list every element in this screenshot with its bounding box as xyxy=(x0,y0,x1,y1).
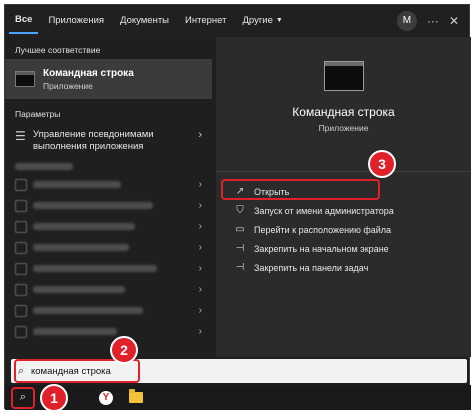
tab-bar-controls: M ··· ✕ xyxy=(396,11,469,31)
tab-bar: Все Приложения Документы Интернет Другие… xyxy=(5,5,469,37)
tab-documents[interactable]: Документы xyxy=(114,9,175,33)
settings-item-label: Управление псевдонимами выполнения прило… xyxy=(33,129,154,152)
blurred-result[interactable]: › xyxy=(5,237,212,258)
settings-label: Параметры xyxy=(15,109,61,119)
settings-item-aliases[interactable]: ☰ Управление псевдонимами выполнения при… xyxy=(5,123,212,159)
pin-icon: ⊣ xyxy=(235,243,245,254)
action-pin-start[interactable]: ⊣ Закрепить на начальном экране xyxy=(216,239,471,258)
tab-all[interactable]: Все xyxy=(9,8,39,34)
more-options-icon[interactable]: ··· xyxy=(427,14,439,28)
cmd-large-icon xyxy=(323,61,364,91)
best-match-item[interactable]: Командная строка Приложение xyxy=(5,59,212,99)
blurred-result[interactable]: › xyxy=(5,300,212,321)
admin-action-highlight xyxy=(221,179,380,200)
search-icon: ⌕ xyxy=(19,391,27,403)
action-pin-taskbar[interactable]: ⊣ Закрепить на панели задач xyxy=(216,258,471,277)
avatar[interactable]: M xyxy=(396,11,417,31)
admin-shield-icon: ⛉ xyxy=(236,205,244,216)
start-search-window: Все Приложения Документы Интернет Другие… xyxy=(4,4,471,410)
action-open-file-location[interactable]: ▭ Перейти к расположению файла xyxy=(216,220,471,239)
blurred-section-label xyxy=(5,159,212,174)
results-pane: Лучшее соответствие Командная строка При… xyxy=(5,37,212,357)
best-match-title: Командная строка xyxy=(43,67,134,79)
blurred-result[interactable]: › xyxy=(5,195,212,216)
step-marker-3: 3 xyxy=(368,150,396,178)
app-preview: Командная строка Приложение xyxy=(216,61,471,172)
blurred-result[interactable]: › xyxy=(5,321,212,342)
tab-other-label: Другие xyxy=(242,15,273,26)
tab-other[interactable]: Другие ▼ xyxy=(236,9,288,33)
chevron-down-icon: ▼ xyxy=(275,17,283,24)
pin-icon: ⊣ xyxy=(235,262,245,273)
action-label: Перейти к расположению файла xyxy=(254,224,392,235)
preview-title: Командная строка xyxy=(292,105,395,119)
tab-internet[interactable]: Интернет xyxy=(179,9,232,33)
preview-subtitle: Приложение xyxy=(318,123,369,133)
blurred-result[interactable]: › xyxy=(5,216,212,237)
action-label: Закрепить на начальном экране xyxy=(254,243,389,254)
taskbar: ⌕ Y xyxy=(5,385,471,410)
action-run-as-admin[interactable]: ⛉ Запуск от имени администратора xyxy=(216,201,471,220)
folder-icon: ▭ xyxy=(235,224,245,235)
blurred-result[interactable]: › xyxy=(5,258,212,279)
step-marker-1: 1 xyxy=(40,384,68,412)
action-label: Закрепить на панели задач xyxy=(254,262,369,273)
taskbar-explorer-button[interactable] xyxy=(121,385,151,410)
step-marker-2: 2 xyxy=(110,336,138,364)
list-icon: ☰ xyxy=(15,129,26,143)
file-explorer-icon xyxy=(129,389,143,403)
chevron-right-icon: › xyxy=(198,129,202,141)
cmd-app-icon xyxy=(15,71,35,87)
best-match-label: Лучшее соответствие xyxy=(15,45,101,55)
tab-apps[interactable]: Приложения xyxy=(42,9,110,33)
blurred-result[interactable]: › xyxy=(5,174,212,195)
close-icon[interactable]: ✕ xyxy=(449,14,459,28)
taskbar-search-button[interactable]: ⌕ xyxy=(11,386,35,409)
yandex-browser-icon: Y xyxy=(99,390,113,405)
taskbar-browser-button[interactable]: Y xyxy=(91,385,121,410)
blurred-result[interactable]: › xyxy=(5,279,212,300)
best-match-subtitle: Приложение xyxy=(43,80,93,91)
action-label: Запуск от имени администратора xyxy=(254,205,394,216)
